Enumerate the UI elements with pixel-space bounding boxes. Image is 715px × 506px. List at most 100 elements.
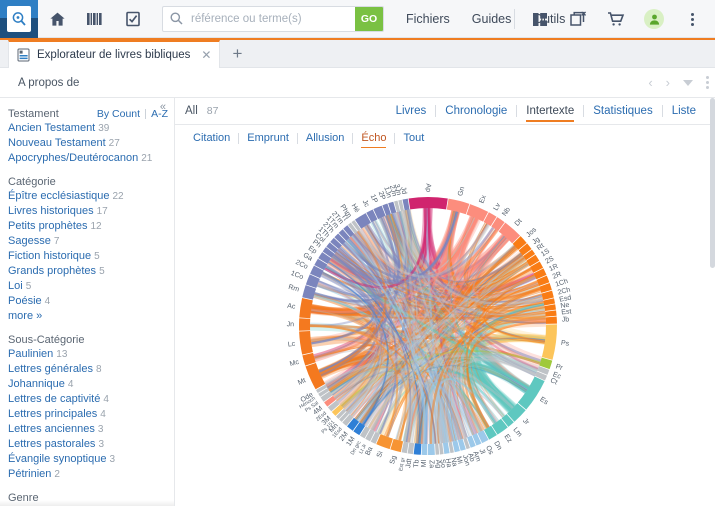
search-box[interactable]: GO xyxy=(162,5,384,32)
facet-count: 3 xyxy=(98,439,104,450)
facet-item-sagesse[interactable]: Sagesse 7 xyxy=(8,234,174,249)
chevron-down-icon[interactable] xyxy=(683,79,693,86)
facet-count: 3 xyxy=(109,454,116,465)
library-icon[interactable] xyxy=(76,0,114,38)
chord-segment-label: Tb xyxy=(413,459,421,468)
tab-statistiques[interactable]: Statistiques xyxy=(584,98,661,125)
layout-panels-icon[interactable] xyxy=(521,0,559,38)
facet-item-lettres-anciennes[interactable]: Lettres anciennes 3 xyxy=(8,422,174,437)
cart-icon[interactable] xyxy=(597,0,635,38)
chord-segment[interactable] xyxy=(442,442,450,454)
facet-item-evangile-synoptique[interactable]: Évangile synoptique 3 xyxy=(8,452,174,467)
app-window: GO Fichiers Guides Outils xyxy=(0,0,715,506)
main-scrollbar[interactable] xyxy=(710,98,715,506)
subtab-emprunt[interactable]: Emprunt xyxy=(239,125,297,151)
facet-item-paulinien[interactable]: Paulinien 13 xyxy=(8,347,174,362)
facet-count: 4 xyxy=(67,379,74,390)
chord-diagram-area[interactable]: Gn Ex Lv Nb Dt Jos Jg Rt 1S 2S 1R 2R 1Ch 2Ch Esd Ne Est J… xyxy=(175,151,715,506)
facet-item-livres-historiques[interactable]: Livres historiques 17 xyxy=(8,204,174,219)
account-icon[interactable] xyxy=(635,0,673,38)
facet-more-categorie[interactable]: more » xyxy=(8,309,174,324)
facet-item-petrinien[interactable]: Pétrinien 2 xyxy=(8,467,174,482)
facet-item-grands-prophetes[interactable]: Grands prophètes 5 xyxy=(8,264,174,279)
tab-explorateur-de-livres-bibliques[interactable]: Explorateur de livres bibliques ✕ xyxy=(8,40,221,68)
facet-item-johannique[interactable]: Johannique 4 xyxy=(8,377,174,392)
home-icon[interactable] xyxy=(38,0,76,38)
chord-diagram[interactable]: GnExLvNbDtJosJgRt1S2S1R2R1Ch2ChEsdNeEstJ… xyxy=(175,151,714,506)
facet-item-lettres-de-captivite[interactable]: Lettres de captivité 4 xyxy=(8,392,174,407)
chord-segment[interactable] xyxy=(446,198,470,215)
chord-segment[interactable] xyxy=(299,331,313,355)
chord-segment[interactable] xyxy=(544,304,556,312)
chord-segment[interactable] xyxy=(407,442,415,455)
panel-menu-icon[interactable] xyxy=(706,76,709,89)
all-count: 87 xyxy=(206,105,219,117)
chord-segment-label: Jdt xyxy=(405,458,413,468)
facet-item-epitre-ecclesiastique[interactable]: Épître ecclésiastique 22 xyxy=(8,189,174,204)
chord-segment[interactable] xyxy=(545,316,557,324)
book-explorer-icon xyxy=(17,48,30,62)
facet-item-loi[interactable]: Loi 5 xyxy=(8,279,174,294)
tab-close-icon[interactable]: ✕ xyxy=(201,48,211,62)
tab-livres[interactable]: Livres xyxy=(387,98,436,125)
main-tabbar: All 87 Livres Chronologie Intertexte Sta… xyxy=(175,98,715,125)
subtab-tout[interactable]: Tout xyxy=(395,125,432,151)
chord-segment[interactable] xyxy=(545,310,557,317)
facet-count: 5 xyxy=(25,281,32,292)
new-window-icon[interactable] xyxy=(559,0,597,38)
tab-liste[interactable]: Liste xyxy=(663,98,705,125)
nav-back-icon[interactable]: ‹ xyxy=(648,75,652,90)
facet-title: Sous-Catégorie xyxy=(8,334,85,346)
checklist-icon[interactable] xyxy=(114,0,152,38)
subtab-citation[interactable]: Citation xyxy=(185,125,238,151)
app-logo-icon[interactable] xyxy=(0,0,38,38)
menu-guides[interactable]: Guides xyxy=(472,12,512,26)
facet-item-fiction-historique[interactable]: Fiction historique 5 xyxy=(8,249,174,264)
tab-intertexte[interactable]: Intertexte xyxy=(517,98,583,125)
search-icon xyxy=(163,12,189,25)
breadcrumb-a-propos-de[interactable]: A propos de xyxy=(18,77,79,89)
chord-segment[interactable] xyxy=(299,297,313,319)
facet-header-sous-categorie: Sous-Catégorie xyxy=(8,334,174,346)
facet-item-poesie[interactable]: Poésie 4 xyxy=(8,294,174,309)
scrollbar-thumb[interactable] xyxy=(710,98,715,268)
chord-segment-label: Ez xyxy=(503,433,514,444)
document-tabstrip: Explorateur de livres bibliques ✕ + xyxy=(0,38,715,68)
tab-chronologie[interactable]: Chronologie xyxy=(436,98,516,125)
nav-forward-icon[interactable]: › xyxy=(666,75,670,90)
chord-segment[interactable] xyxy=(427,443,435,455)
main-panel: All 87 Livres Chronologie Intertexte Sta… xyxy=(175,98,715,506)
facet-label: Poésie xyxy=(8,295,42,307)
facet-item-lettres-pastorales[interactable]: Lettres pastorales 3 xyxy=(8,437,174,452)
subtab-allusion[interactable]: Allusion xyxy=(298,125,353,151)
facet-header-categorie: Catégorie xyxy=(8,176,174,188)
all-label[interactable]: All xyxy=(185,105,198,117)
subtab-echo[interactable]: Écho xyxy=(353,125,394,151)
facet-item-lettres-principales[interactable]: Lettres principales 4 xyxy=(8,407,174,422)
chord-segment[interactable] xyxy=(413,443,422,455)
chord-segment[interactable] xyxy=(408,197,448,210)
overflow-menu-icon[interactable] xyxy=(673,0,711,38)
chord-segment-label: Gn xyxy=(457,186,466,197)
facet-label: Grands prophètes xyxy=(8,265,97,277)
chord-segment[interactable] xyxy=(438,443,444,455)
facet-label: Sagesse xyxy=(8,235,51,247)
chord-segment-label: Jn xyxy=(287,321,295,328)
facet-item-lettres-generales[interactable]: Lettres générales 8 xyxy=(8,362,174,377)
logo-glyph-icon xyxy=(12,11,26,26)
chord-segment[interactable] xyxy=(421,443,428,455)
menu-fichiers[interactable]: Fichiers xyxy=(406,12,450,26)
search-go-button[interactable]: GO xyxy=(355,6,383,31)
chord-segment-label: 1P xyxy=(369,194,379,205)
sidebar-collapse-icon[interactable]: « xyxy=(160,101,166,113)
chord-segment[interactable] xyxy=(435,443,440,455)
search-input[interactable] xyxy=(189,6,355,31)
facet-item-petits-prophetes[interactable]: Petits prophètes 12 xyxy=(8,219,174,234)
facet-item-ancien-testament[interactable]: Ancien Testament 39 xyxy=(8,121,174,136)
facet-item-nouveau-testament[interactable]: Nouveau Testament 27 xyxy=(8,136,174,151)
chord-segment[interactable] xyxy=(299,318,311,331)
sort-by-count-button[interactable]: By Count xyxy=(97,108,140,120)
facet-item-apocryphes[interactable]: Apocryphes/Deutérocanon 21 xyxy=(8,151,174,166)
toolbar-right-group xyxy=(508,0,711,38)
new-tab-button[interactable]: + xyxy=(220,41,254,67)
